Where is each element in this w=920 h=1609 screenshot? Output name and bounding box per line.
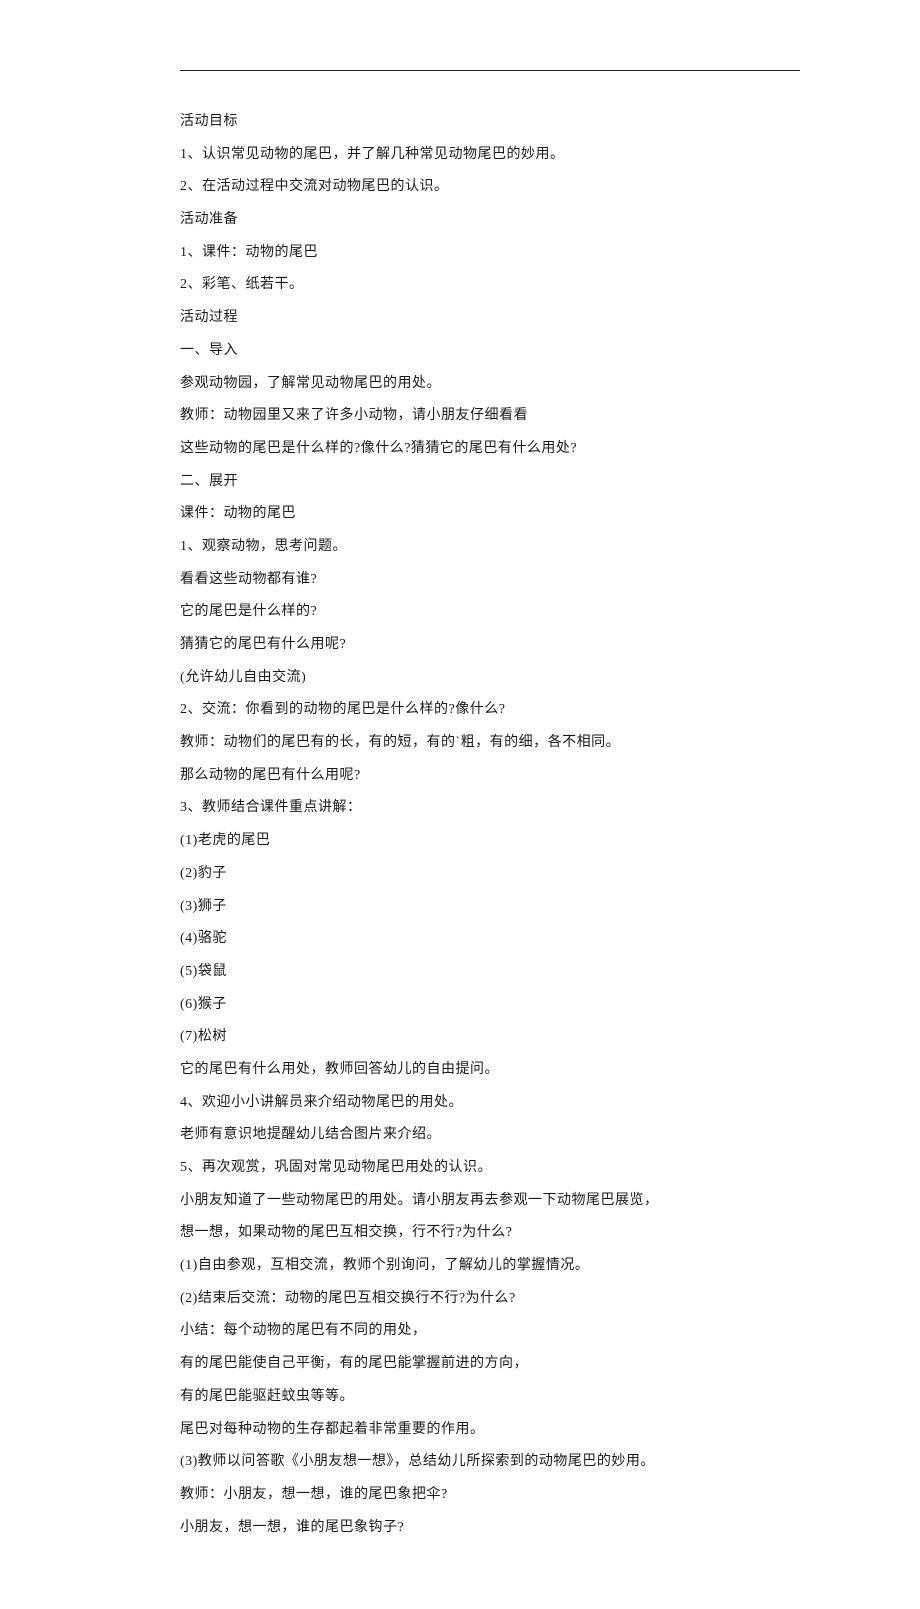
top-rule xyxy=(180,70,800,71)
text-line: 1、认识常见动物的尾巴，并了解几种常见动物尾巴的妙用。 xyxy=(180,144,800,166)
document-page: 活动目标 1、认识常见动物的尾巴，并了解几种常见动物尾巴的妙用。 2、在活动过程中交… xyxy=(0,0,920,1609)
text-line: 3、教师结合课件重点讲解： xyxy=(180,797,800,819)
text-line: 尾巴对每种动物的生存都起着非常重要的作用。 xyxy=(180,1419,800,1441)
text-line: 小朋友知道了一些动物尾巴的用处。请小朋友再去参观一下动物尾巴展览， xyxy=(180,1190,800,1212)
text-line: 二、展开 xyxy=(180,471,800,493)
text-line: 小结：每个动物的尾巴有不同的用处， xyxy=(180,1320,800,1342)
body-text: 活动目标 1、认识常见动物的尾巴，并了解几种常见动物尾巴的妙用。 2、在活动过程中交… xyxy=(180,111,800,1538)
text-line: (6)猴子 xyxy=(180,994,800,1016)
text-line: 课件：动物的尾巴 xyxy=(180,503,800,525)
text-line: (允许幼儿自由交流) xyxy=(180,667,800,689)
text-line: 猜猜它的尾巴有什么用呢? xyxy=(180,634,800,656)
text-line: 1、课件：动物的尾巴 xyxy=(180,242,800,264)
text-line: (2)豹子 xyxy=(180,863,800,885)
text-line: (1)老虎的尾巴 xyxy=(180,830,800,852)
text-line: 教师：动物们的尾巴有的长，有的短，有的`粗，有的细，各不相同。 xyxy=(180,732,800,754)
text-line: (4)骆驼 xyxy=(180,928,800,950)
text-line: 想一想，如果动物的尾巴互相交换，行不行?为什么? xyxy=(180,1222,800,1244)
text-line: 老师有意识地提醒幼儿结合图片来介绍。 xyxy=(180,1124,800,1146)
text-line: 参观动物园，了解常见动物尾巴的用处。 xyxy=(180,373,800,395)
text-line: (1)自由参观，互相交流，教师个别询问，了解幼儿的掌握情况。 xyxy=(180,1255,800,1277)
text-line: 活动目标 xyxy=(180,111,800,133)
text-line: 教师：动物园里又来了许多小动物，请小朋友仔细看看 xyxy=(180,405,800,427)
text-line: 它的尾巴有什么用处，教师回答幼儿的自由提问。 xyxy=(180,1059,800,1081)
text-line: 活动过程 xyxy=(180,307,800,329)
text-line: 有的尾巴能驱赶蚊虫等等。 xyxy=(180,1386,800,1408)
text-line: 2、在活动过程中交流对动物尾巴的认识。 xyxy=(180,176,800,198)
text-line: 4、欢迎小小讲解员来介绍动物尾巴的用处。 xyxy=(180,1092,800,1114)
text-line: 这些动物的尾巴是什么样的?像什么?猜猜它的尾巴有什么用处? xyxy=(180,438,800,460)
text-line: 一、导入 xyxy=(180,340,800,362)
text-line: 小朋友，想一想，谁的尾巴象钩子? xyxy=(180,1517,800,1539)
text-line: 教师：小朋友，想一想，谁的尾巴象把伞? xyxy=(180,1484,800,1506)
text-line: 有的尾巴能使自己平衡，有的尾巴能掌握前进的方向， xyxy=(180,1353,800,1375)
text-line: 看看这些动物都有谁? xyxy=(180,569,800,591)
text-line: (2)结束后交流：动物的尾巴互相交换行不行?为什么? xyxy=(180,1288,800,1310)
text-line: 那么动物的尾巴有什么用呢? xyxy=(180,765,800,787)
text-line: (3)教师以问答歌《小朋友想一想》，总结幼儿所探索到的动物尾巴的妙用。 xyxy=(180,1451,800,1473)
text-line: (7)松树 xyxy=(180,1026,800,1048)
text-line: (3)狮子 xyxy=(180,896,800,918)
text-line: 2、交流：你看到的动物的尾巴是什么样的?像什么? xyxy=(180,699,800,721)
text-line: (5)袋鼠 xyxy=(180,961,800,983)
text-line: 2、彩笔、纸若干。 xyxy=(180,274,800,296)
text-line: 5、再次观赏，巩固对常见动物尾巴用处的认识。 xyxy=(180,1157,800,1179)
text-line: 它的尾巴是什么样的? xyxy=(180,601,800,623)
text-line: 1、观察动物，思考问题。 xyxy=(180,536,800,558)
text-line: 活动准备 xyxy=(180,209,800,231)
